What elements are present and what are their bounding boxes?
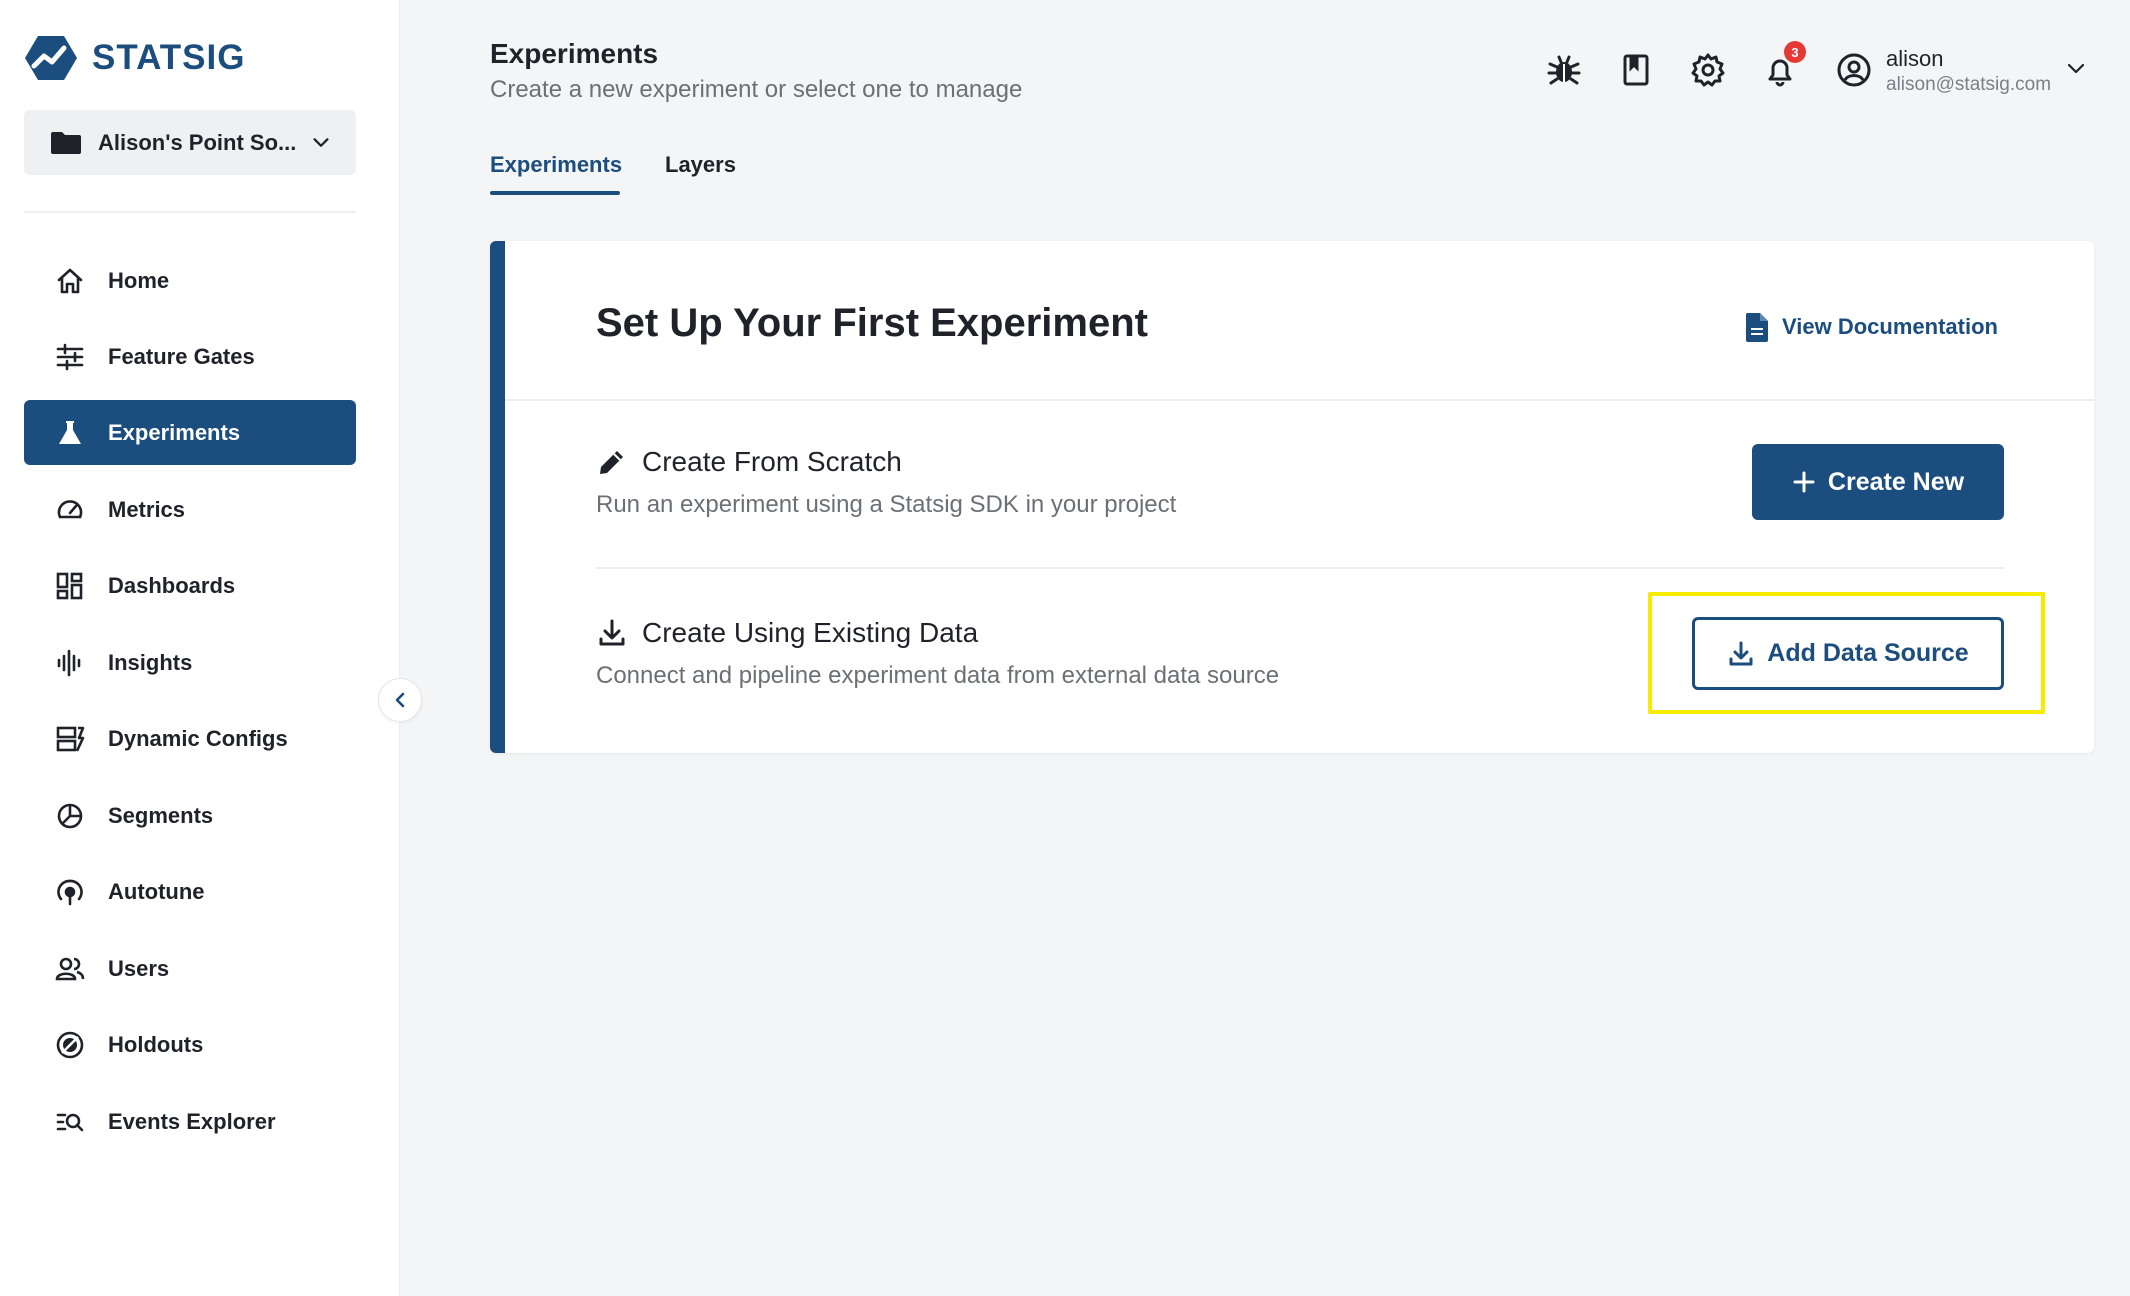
section-title: Create From Scratch <box>642 446 902 477</box>
users-icon <box>54 953 86 985</box>
events-search-icon <box>54 1106 86 1138</box>
sidebar-item-dynamic-configs[interactable]: Dynamic Configs <box>24 706 356 771</box>
app-root: STATSIG Alison's Point So... Home Featur… <box>0 0 2130 1296</box>
view-documentation-link[interactable]: View Documentation <box>1744 311 1998 343</box>
segments-icon <box>54 800 86 832</box>
sidebar-item-home[interactable]: Home <box>24 248 356 313</box>
download-icon <box>1729 641 1753 665</box>
sidebar-item-label: Autotune <box>108 878 205 904</box>
sidebar-item-experiments[interactable]: Experiments <box>24 400 356 465</box>
folder-icon <box>51 131 81 154</box>
chevron-down-icon[interactable] <box>2064 56 2088 80</box>
create-using-existing-data-description: Connect and pipeline experiment data fro… <box>596 662 1280 689</box>
sidebar-item-label: Dashboards <box>108 572 236 598</box>
project-selector[interactable]: Alison's Point So... <box>24 110 356 175</box>
holdouts-icon <box>54 1029 86 1061</box>
card-accent-bar <box>490 241 505 753</box>
view-documentation-label: View Documentation <box>1782 314 1998 339</box>
sidebar-item-segments[interactable]: Segments <box>24 783 356 848</box>
sidebar-item-autotune[interactable]: Autotune <box>24 859 356 924</box>
sidebar-item-metrics[interactable]: Metrics <box>24 477 356 542</box>
config-icon <box>54 723 86 755</box>
statsig-logo-icon <box>24 34 78 82</box>
bug-icon[interactable] <box>1546 52 1582 88</box>
sidebar-divider <box>24 211 356 213</box>
download-icon <box>599 619 625 646</box>
create-from-scratch-description: Run an experiment using a Statsig SDK in… <box>596 491 1177 518</box>
autotune-icon <box>54 876 86 908</box>
sidebar-item-label: Metrics <box>108 496 186 522</box>
chevron-left-icon <box>395 692 405 708</box>
create-new-button[interactable]: Create New <box>1752 444 2004 520</box>
create-from-scratch-heading: Create From Scratch <box>596 446 902 478</box>
sidebar-item-label: Holdouts <box>108 1031 204 1057</box>
sidebar-item-label: Dynamic Configs <box>108 725 288 751</box>
sidebar-item-label: Events Explorer <box>108 1108 276 1134</box>
create-new-label: Create New <box>1827 467 1965 496</box>
tab-layers[interactable]: Layers <box>665 152 736 178</box>
sidebar-item-label: Home <box>108 267 170 293</box>
notification-badge: 3 <box>1784 41 1806 63</box>
brand-name: STATSIG <box>92 38 246 77</box>
gear-icon[interactable] <box>1690 52 1726 88</box>
section-title: Create Using Existing Data <box>642 617 979 648</box>
flask-icon <box>54 417 86 449</box>
project-name: Alison's Point So... <box>98 129 297 155</box>
chevron-down-icon <box>313 137 329 147</box>
sidebar-item-holdouts[interactable]: Holdouts <box>24 1012 356 1077</box>
sidebar-item-dashboards[interactable]: Dashboards <box>24 553 356 618</box>
pencil-icon <box>600 451 623 474</box>
sidebar-item-events-explorer[interactable]: Events Explorer <box>24 1089 356 1154</box>
user-name: alison <box>1886 46 1944 71</box>
sidebar-item-label: Feature Gates <box>108 343 255 369</box>
sidebar-item-label: Insights <box>108 649 193 675</box>
section-divider <box>596 567 2004 569</box>
collapse-sidebar-button[interactable] <box>378 678 422 722</box>
sidebar-item-users[interactable]: Users <box>24 936 356 1001</box>
card-divider <box>505 399 2094 401</box>
home-icon <box>54 265 86 297</box>
sidebar-item-feature-gates[interactable]: Feature Gates <box>24 324 356 389</box>
dashboard-grid-icon <box>54 570 86 602</box>
plus-icon <box>1793 471 1815 493</box>
create-using-existing-data-heading: Create Using Existing Data <box>596 617 978 649</box>
active-tab-indicator <box>490 191 620 195</box>
user-avatar-icon[interactable] <box>1836 52 1872 88</box>
sidebar-item-insights[interactable]: Insights <box>24 630 356 695</box>
sidebar-item-label: Users <box>108 955 170 981</box>
user-email: alison@statsig.com <box>1886 74 2052 95</box>
gauge-icon <box>54 494 86 526</box>
statsig-logo[interactable]: STATSIG <box>24 34 245 82</box>
page-title: Experiments <box>490 38 659 69</box>
add-data-source-label: Add Data Source <box>1767 639 1969 667</box>
tab-experiments[interactable]: Experiments <box>490 152 622 178</box>
page-subtitle: Create a new experiment or select one to… <box>490 76 1023 103</box>
sidebar-item-label: Segments <box>108 802 214 828</box>
bookmark-book-icon[interactable] <box>1618 52 1654 88</box>
add-data-source-button[interactable]: Add Data Source <box>1692 617 2004 690</box>
sliders-icon <box>54 341 86 373</box>
waveform-icon <box>54 647 86 679</box>
sidebar-item-label: Experiments <box>108 419 241 445</box>
card-title: Set Up Your First Experiment <box>596 301 1148 345</box>
document-icon <box>1745 313 1768 342</box>
